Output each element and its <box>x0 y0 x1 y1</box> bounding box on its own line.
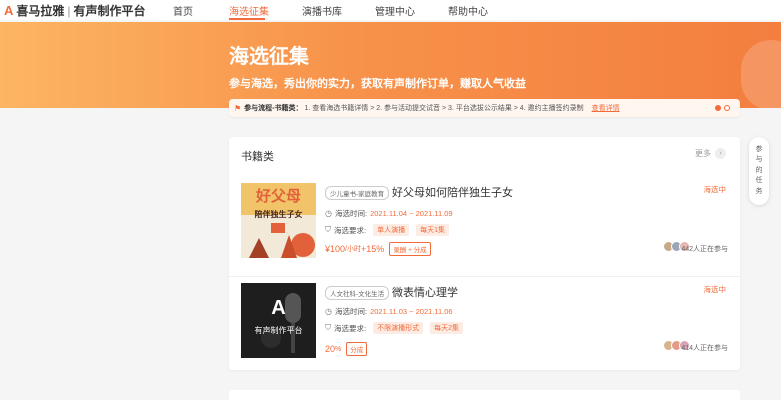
price-unit: % <box>335 345 342 353</box>
status-badge: 海选中 <box>703 185 727 194</box>
process-steps: 1. 查看海选书籍详情 > 2. 参与活动提交试音 > 3. 平台选拔公示结果 … <box>304 105 584 112</box>
price-value: ¥100 <box>325 244 346 254</box>
requirement-label: 海选要求: <box>334 323 367 333</box>
book-cover[interactable]: 好父母 陪伴独生子女 <box>241 183 316 258</box>
list-item[interactable]: 好父母 陪伴独生子女 少儿童书-家庭教育 好父母如何陪伴独生子女 海选中 ◷ 海… <box>229 177 740 277</box>
bookmark-icon: ⛉ <box>325 225 331 234</box>
process-detail-link[interactable]: 查看详情 <box>592 103 620 113</box>
books-section-card: 书籍类 更多 › 好父母 陪伴独生子女 少儿童书-家庭教育 好父母如何陪伴独生子… <box>229 137 740 370</box>
my-tasks-float-button[interactable]: 参与的任务 <box>749 137 769 205</box>
logo-platform: 有声制作平台 <box>73 4 146 18</box>
requirement-tag: 每天2集 <box>430 322 463 334</box>
banner-title: 海选征集 <box>229 46 309 68</box>
audition-time: ◷ 海选时间: 2021.11.03 ~ 2021.11.06 <box>325 306 453 317</box>
carousel-dot[interactable] <box>724 105 730 111</box>
time-value: 2021.11.03 ~ 2021.11.06 <box>370 307 453 316</box>
next-section-card <box>229 390 740 400</box>
nav-management-center[interactable]: 管理中心 <box>375 3 415 18</box>
time-label: 海选时间: <box>334 209 368 218</box>
more-button[interactable]: 更多 › <box>695 148 726 159</box>
side-float-label: 参与的任务 <box>755 145 763 195</box>
nav-book-library[interactable]: 演播书库 <box>302 3 342 18</box>
logo-icon: A <box>4 3 14 18</box>
cover-title: 好父母 <box>255 187 301 205</box>
banner-subtitle: 参与海选，秀出你的实力，获取有声制作订单，赚取人气收益 <box>229 78 526 90</box>
hero-banner: 海选征集 参与海选，秀出你的实力，获取有声制作订单，赚取人气收益 <box>0 22 781 108</box>
price-value: 20 <box>325 344 336 354</box>
audition-requirements: ⛉ 海选要求: 单人演播 每天1集 <box>325 224 449 236</box>
nav-help-center[interactable]: 帮助中心 <box>448 3 488 18</box>
audition-time: ◷ 海选时间: 2021.11.04 ~ 2021.11.09 <box>325 208 453 219</box>
clock-icon: ◷ <box>325 307 332 316</box>
nav-audition-collection[interactable]: 海选征集 <box>229 3 269 18</box>
more-label: 更多 <box>695 149 711 158</box>
price-info: 20 % 分成 <box>325 342 368 356</box>
status-badge: 海选中 <box>703 285 727 294</box>
chevron-right-icon: › <box>715 148 726 159</box>
cover-subtitle: 有声制作平台 <box>254 326 303 335</box>
participant-count: 442人正在参与 <box>681 246 728 253</box>
time-value: 2021.11.04 ~ 2021.11.09 <box>370 209 453 218</box>
nav-home[interactable]: 首页 <box>173 3 193 18</box>
logo-separator: | <box>67 3 71 18</box>
cover-subtitle: 陪伴独生子女 <box>254 210 303 219</box>
logo-brand: 喜马拉雅 <box>16 4 65 18</box>
section-title: 书籍类 <box>241 151 274 163</box>
banner-decoration <box>741 40 781 108</box>
time-label: 海选时间: <box>334 307 368 316</box>
book-cover[interactable]: A 有声制作平台 <box>241 283 316 358</box>
logo[interactable]: A 喜马拉雅 | 有声制作平台 <box>4 2 146 19</box>
clock-icon: ◷ <box>325 209 332 218</box>
list-item[interactable]: A 有声制作平台 人文社科-文化生活 微表情心理学 海选中 ◷ 海选时间: 20… <box>229 277 740 377</box>
bookmark-icon: ⛉ <box>325 323 331 332</box>
carousel-dot-active[interactable] <box>715 105 721 111</box>
price-tag: 录酬 + 分成 <box>389 242 431 256</box>
process-lead: 参与流程-书籍类： <box>244 105 303 112</box>
book-title[interactable]: 好父母如何陪伴独生子女 <box>392 184 513 200</box>
price-tag: 分成 <box>346 342 368 356</box>
price-unit: /小时 <box>345 246 361 253</box>
requirement-tag: 不限演播形式 <box>373 322 424 334</box>
top-navigation: A 喜马拉雅 | 有声制作平台 首页 海选征集 演播书库 管理中心 帮助中心 <box>0 0 781 20</box>
participant-count: 414人正在参与 <box>681 345 728 352</box>
process-strip: ⚑ 参与流程-书籍类： 1. 查看海选书籍详情 > 2. 参与活动提交试音 > … <box>229 99 740 117</box>
requirement-label: 海选要求: <box>334 225 367 235</box>
category-tag: 人文社科-文化生活 <box>325 286 390 300</box>
flag-icon: ⚑ <box>234 103 242 113</box>
requirement-tag: 每天1集 <box>416 224 449 236</box>
book-title[interactable]: 微表情心理学 <box>392 284 458 300</box>
price-info: ¥100 /小时 +15% 录酬 + 分成 <box>325 242 431 256</box>
price-extra: +15% <box>360 244 385 254</box>
audition-requirements: ⛉ 海选要求: 不限演播形式 每天2集 <box>325 322 463 334</box>
cover-title: A <box>271 297 286 319</box>
requirement-tag: 单人演播 <box>373 224 410 236</box>
category-tag: 少儿童书-家庭教育 <box>325 186 390 200</box>
carousel-dots <box>715 105 730 111</box>
book-cover-image <box>241 283 316 358</box>
active-tab-indicator <box>229 18 265 20</box>
